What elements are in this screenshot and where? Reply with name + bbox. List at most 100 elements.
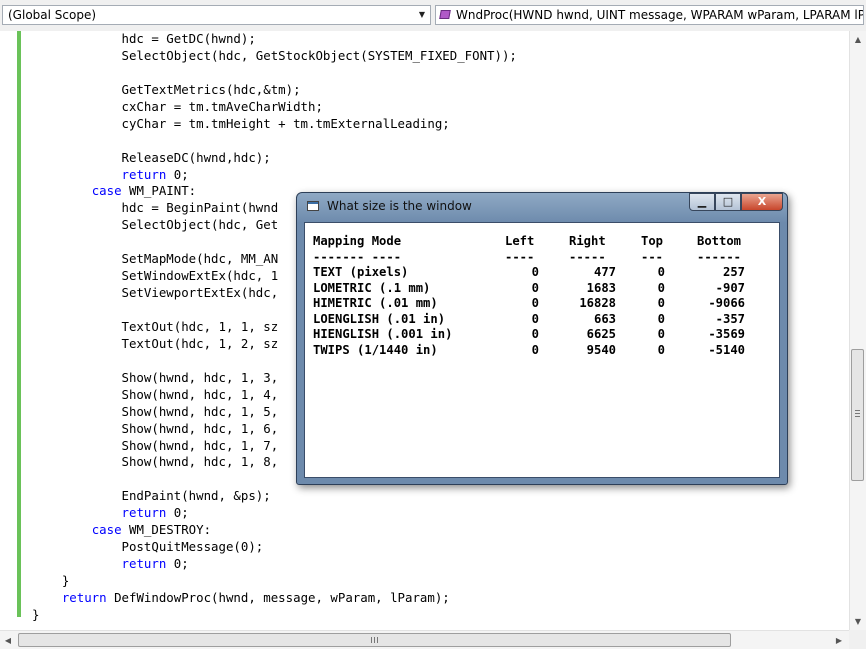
window-size-dialog[interactable]: What size is the window ▁ □ X Mapping Mo…	[296, 192, 788, 485]
minimize-button[interactable]: ▁	[689, 193, 715, 211]
code-line[interactable]	[32, 65, 517, 82]
code-token: 0;	[166, 505, 189, 521]
table-cell: 0	[657, 327, 665, 341]
table-cell: 257	[722, 265, 745, 279]
table-cell: 9540	[586, 342, 616, 357]
code-line[interactable]: cyChar = tm.tmHeight + tm.tmExternalLead…	[32, 116, 517, 133]
scope-dropdown-value: (Global Scope)	[8, 8, 97, 22]
vertical-scrollbar[interactable]: ▲ ▼	[849, 31, 866, 630]
code-token: Show(hwnd, hdc, 1, 8,	[32, 454, 279, 470]
table-cell: LOENGLISH (.01 in)	[313, 311, 446, 326]
code-keyword: return	[121, 166, 167, 182]
scroll-up-icon[interactable]: ▲	[850, 31, 866, 48]
code-line[interactable]: GetTextMetrics(hdc,&tm);	[32, 82, 517, 99]
code-line[interactable]: hdc = GetDC(hwnd);	[32, 31, 517, 48]
table-cell: 0	[531, 327, 539, 341]
code-line[interactable]: ReleaseDC(hwnd,hdc);	[32, 150, 517, 167]
table-cell: -907	[715, 280, 745, 295]
grip-line	[371, 637, 372, 643]
maximize-button[interactable]: □	[715, 193, 741, 211]
code-keyword: return	[61, 589, 107, 605]
table-cell: TEXT (pixels)	[313, 265, 409, 279]
code-line[interactable]	[32, 133, 517, 150]
code-token: 0;	[166, 556, 189, 572]
table-cell: 0	[657, 280, 665, 295]
code-line[interactable]: return 0;	[32, 167, 517, 184]
header-mapping-mode: Mapping Mode	[313, 234, 402, 248]
code-token: hdc = GetDC(hwnd);	[32, 31, 256, 46]
code-keyword: return	[121, 505, 167, 521]
function-dropdown-value: WndProc(HWND hwnd, UINT message, WPARAM …	[456, 8, 864, 22]
table-cell: 477	[593, 265, 616, 279]
header-left: Left	[505, 234, 535, 248]
scroll-down-icon[interactable]: ▼	[850, 613, 866, 630]
separator-cell: ------- ----	[313, 249, 402, 264]
editor-gutter	[0, 31, 16, 630]
table-cell: 0	[531, 342, 539, 357]
vertical-scroll-thumb[interactable]	[851, 349, 864, 481]
code-token: TextOut(hdc, 1, 2, sz	[32, 335, 279, 351]
code-token: Show(hwnd, hdc, 1, 5,	[32, 403, 279, 419]
scope-dropdown[interactable]: (Global Scope) ▼	[2, 5, 431, 25]
horizontal-scrollbar[interactable]: ◀ ▶	[0, 630, 849, 649]
table-cell: LOMETRIC (.1 mm)	[313, 280, 431, 295]
function-dropdown[interactable]: WndProc(HWND hwnd, UINT message, WPARAM …	[435, 5, 864, 25]
code-line[interactable]: return 0;	[32, 556, 517, 573]
separator-cell: ---	[641, 249, 664, 264]
grip-line	[374, 637, 375, 643]
table-cell: 6625	[586, 327, 616, 341]
code-line[interactable]: PostQuitMessage(0);	[32, 539, 517, 556]
code-token: SetMapMode(hdc, MM_AN	[32, 251, 279, 267]
close-button[interactable]: X	[741, 193, 783, 211]
horizontal-scroll-thumb[interactable]	[18, 633, 731, 647]
table-cell: -3569	[708, 327, 745, 341]
code-line[interactable]: }	[32, 573, 517, 590]
separator-cell: -----	[569, 249, 606, 264]
code-line[interactable]: return 0;	[32, 505, 517, 522]
table-cell: 0	[531, 280, 539, 295]
code-token: WM_DESTROY:	[121, 522, 212, 538]
table-cell: 0	[531, 296, 539, 310]
table-cell: HIMETRIC (.01 mm)	[313, 296, 438, 310]
code-line[interactable]: SelectObject(hdc, GetStockObject(SYSTEM_…	[32, 48, 517, 65]
code-token: EndPaint(hwnd, &ps);	[32, 488, 271, 504]
code-line[interactable]: EndPaint(hwnd, &ps);	[32, 488, 517, 505]
scroll-left-icon[interactable]: ◀	[0, 632, 16, 649]
code-line[interactable]: case WM_DESTROY:	[32, 522, 517, 539]
window-icon	[307, 201, 319, 211]
table-cell: HIENGLISH (.001 in)	[313, 327, 453, 341]
grip-line	[855, 413, 860, 414]
header-right: Right	[569, 234, 606, 248]
code-token: Show(hwnd, hdc, 1, 6,	[32, 420, 279, 436]
table-cell: 0	[657, 311, 665, 326]
code-line[interactable]: }	[32, 607, 517, 624]
code-token: DefWindowProc(hwnd, message, wParam, lPa…	[106, 589, 450, 605]
separator-cell: ----	[505, 249, 535, 264]
table-cell: 663	[593, 311, 616, 326]
code-token: SetViewportExtEx(hdc,	[32, 285, 279, 301]
table-cell: TWIPS (1/1440 in)	[313, 342, 438, 357]
scrollbar-corner	[849, 630, 866, 649]
code-token: Show(hwnd, hdc, 1, 4,	[32, 386, 279, 402]
scroll-right-icon[interactable]: ▶	[831, 632, 847, 649]
grip-line	[855, 410, 860, 411]
header-top: Top	[641, 234, 664, 248]
code-token: }	[32, 573, 70, 588]
code-line[interactable]: cxChar = tm.tmAveCharWidth;	[32, 99, 517, 116]
code-token: WM_PAINT:	[121, 183, 197, 199]
code-token: Show(hwnd, hdc, 1, 7,	[32, 437, 279, 453]
code-token: }	[32, 606, 40, 622]
code-keyword: case	[91, 522, 122, 538]
navigation-bar: (Global Scope) ▼ WndProc(HWND hwnd, UINT…	[0, 0, 866, 32]
separator-cell: ------	[697, 249, 742, 264]
dialog-title: What size is the window	[327, 199, 472, 213]
code-token: Show(hwnd, hdc, 1, 3,	[32, 369, 279, 385]
code-token: cyChar = tm.tmHeight + tm.tmExternalLead…	[32, 115, 450, 131]
chevron-down-icon[interactable]: ▼	[414, 6, 430, 24]
code-line[interactable]: return DefWindowProc(hwnd, message, wPar…	[32, 590, 517, 607]
